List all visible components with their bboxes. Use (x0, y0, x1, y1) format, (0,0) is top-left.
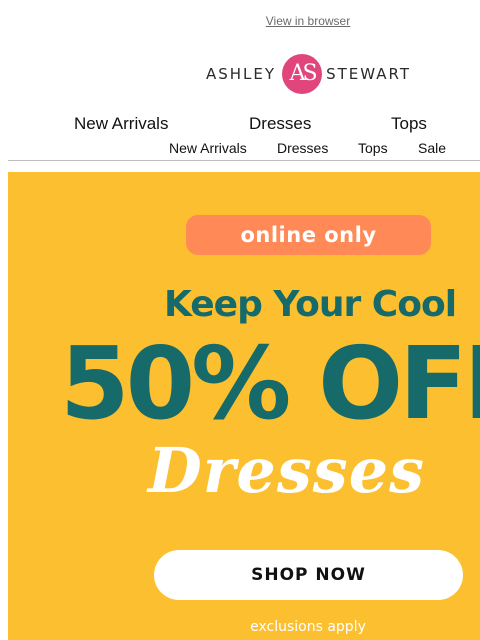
online-only-badge: online only (186, 215, 431, 255)
brand-monogram-text: AS (289, 61, 318, 86)
nav-divider (8, 160, 480, 161)
promo-category: Dresses (148, 434, 426, 507)
primary-nav: New Arrivals Dresses Tops (0, 114, 480, 136)
promo-headline: Keep Your Cool (164, 284, 457, 325)
nav-link-new-arrivals[interactable]: New Arrivals (74, 114, 168, 134)
exclusions-note: exclusions apply (250, 619, 366, 635)
nav-link-tops[interactable]: Tops (391, 114, 427, 134)
view-in-browser-link[interactable]: View in browser (0, 14, 480, 28)
shop-now-button[interactable]: SHOP NOW (154, 550, 463, 600)
brand-monogram-icon: AS (282, 54, 323, 94)
subnav-link-sale[interactable]: Sale (418, 140, 446, 156)
brand-logo[interactable]: ASHLEY AS STEWART (206, 52, 412, 96)
subnav-link-dresses[interactable]: Dresses (277, 140, 328, 156)
secondary-nav: New Arrivals Dresses Tops Sale (0, 140, 480, 158)
subnav-link-tops[interactable]: Tops (358, 140, 388, 156)
brand-name-left: ASHLEY (206, 65, 277, 83)
brand-name-right: STEWART (326, 65, 411, 83)
nav-link-dresses[interactable]: Dresses (249, 114, 311, 134)
promo-banner[interactable]: online only Keep Your Cool 50% OFF Dress… (8, 172, 480, 640)
subnav-link-new-arrivals[interactable]: New Arrivals (169, 140, 247, 156)
promo-offer: 50% OFF (60, 325, 480, 442)
